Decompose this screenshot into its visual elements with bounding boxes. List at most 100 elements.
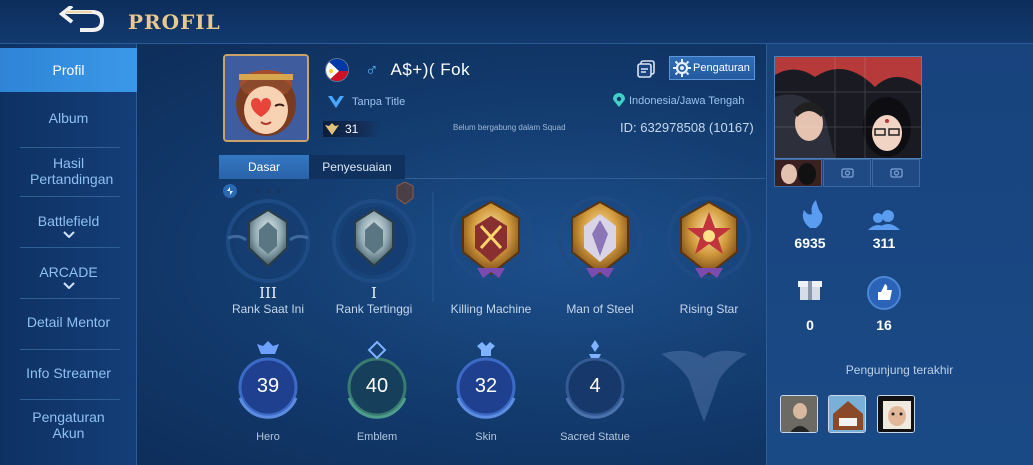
- divider: [20, 399, 120, 400]
- sacred-statue-count: 4: [589, 375, 601, 397]
- visitor-avatar[interactable]: [780, 395, 818, 433]
- sidebar-item-label: ARCADE: [39, 264, 98, 280]
- hero-count: 39: [256, 375, 280, 397]
- sidebar-item-detail-mentor[interactable]: Detail Mentor: [0, 314, 137, 330]
- divider: [20, 147, 120, 148]
- friends-icon: [868, 210, 900, 230]
- cover-slot-empty[interactable]: [872, 159, 920, 187]
- sidebar-item-label: Pengaturan Akun: [32, 409, 105, 441]
- faded-emblem-icon: [661, 350, 747, 422]
- current-rank-label: Rank Saat Ini: [231, 302, 305, 316]
- level-badge: 31: [323, 121, 379, 137]
- squad-status: Belum bergabung dalam Squad: [453, 123, 566, 132]
- sidebar: Profil Album Hasil Pertandingan Battlefi…: [0, 44, 137, 465]
- highest-rank-mini-icon: [396, 182, 414, 205]
- man-of-steel-medal[interactable]: [558, 196, 642, 280]
- popularity-icons: [798, 200, 901, 310]
- cover-artwork-icon: [775, 57, 921, 158]
- sidebar-item-label: Hasil Pertandingan: [30, 155, 114, 187]
- rising-star-medal[interactable]: [667, 196, 751, 280]
- hero-label: Hero: [256, 431, 280, 443]
- location: Indonesia/Jawa Tengah: [613, 93, 744, 108]
- hero-portrait-icon: [225, 56, 307, 140]
- divider: [20, 247, 120, 248]
- skin-count: 32: [474, 375, 498, 397]
- highest-rank-tier: I: [371, 284, 377, 302]
- popularity-count: 6935: [794, 235, 826, 251]
- visitor-avatar[interactable]: [828, 395, 866, 433]
- level-wings-icon: [325, 123, 339, 135]
- rising-star-label: Rising Star: [679, 302, 739, 316]
- name-row: ♂ A$+)( Fok: [325, 58, 470, 82]
- divider: [20, 196, 120, 197]
- sidebar-item-profil[interactable]: Profil: [0, 48, 137, 92]
- card-stack-icon: [637, 60, 655, 78]
- friends-count: 311: [872, 235, 896, 251]
- current-rank-tier: III: [259, 284, 277, 302]
- back-button[interactable]: [58, 4, 108, 36]
- man-of-steel-label: Man of Steel: [566, 302, 634, 316]
- skin-icon: [477, 342, 495, 356]
- sidebar-item-arcade[interactable]: ARCADE: [0, 264, 137, 289]
- sidebar-item-label: Detail Mentor: [26, 314, 111, 330]
- sidebar-item-album[interactable]: Album: [0, 110, 137, 126]
- sidebar-item-hasil-pertandingan[interactable]: Hasil Pertandingan: [0, 155, 137, 187]
- tab-penyesuaian[interactable]: Penyesuaian: [309, 155, 405, 179]
- settings-label: Pengaturan: [693, 62, 750, 74]
- recent-visitors-label: Pengunjung terakhir: [845, 363, 954, 377]
- title-emblem-icon: [328, 96, 344, 108]
- camera-icon: [841, 168, 854, 178]
- sidebar-item-info-streamer[interactable]: Info Streamer: [0, 365, 137, 381]
- player-title: Tanpa Title: [352, 96, 406, 108]
- cover-thumbnail[interactable]: [774, 159, 822, 187]
- camera-icon: [890, 168, 903, 178]
- statue-icon: [589, 340, 601, 358]
- tab-dasar[interactable]: Dasar: [219, 155, 309, 179]
- visitor-avatar[interactable]: [877, 395, 915, 433]
- chevron-down-icon: [62, 282, 75, 289]
- rank-indicator-icon: [223, 184, 281, 198]
- profile-card-button[interactable]: [636, 59, 656, 79]
- killing-machine-label: Killing Machine: [450, 302, 532, 316]
- gift-icon: [798, 281, 822, 300]
- male-icon: ♂: [365, 59, 379, 80]
- gifts-count: 0: [806, 317, 814, 333]
- emblem-icon: [367, 340, 387, 360]
- location-text: Indonesia/Jawa Tengah: [629, 94, 745, 107]
- fire-icon: [802, 200, 823, 228]
- sidebar-item-battlefield[interactable]: Battlefield: [0, 213, 137, 238]
- profile-cover-image[interactable]: [774, 56, 922, 159]
- tab-bar: Dasar Penyesuaian: [219, 155, 765, 179]
- top-bar: PROFIL: [0, 0, 1033, 44]
- killing-machine-medal[interactable]: [449, 196, 533, 280]
- divider: [20, 298, 120, 299]
- philippines-flag-icon: [325, 58, 349, 82]
- page-title: PROFIL: [128, 10, 221, 34]
- highest-rank-label: Rank Tertinggi: [335, 302, 413, 316]
- hero-icon: [257, 341, 279, 354]
- divider: [20, 349, 120, 350]
- title-row[interactable]: Tanpa Title: [326, 94, 405, 110]
- back-arrow-icon: [58, 4, 105, 32]
- current-rank-badge[interactable]: [226, 199, 310, 283]
- settings-button[interactable]: Pengaturan: [669, 56, 755, 80]
- player-name: A$+)( Fok: [390, 60, 471, 79]
- likes-count: 16: [876, 317, 892, 333]
- cover-slot-empty[interactable]: [823, 159, 871, 187]
- gear-icon: [673, 59, 691, 77]
- highest-rank-badge[interactable]: [332, 199, 416, 283]
- emblem-label: Emblem: [356, 431, 398, 443]
- avatar[interactable]: [223, 54, 309, 142]
- skin-label: Skin: [475, 431, 497, 443]
- sidebar-item-label: Info Streamer: [26, 365, 111, 381]
- sidebar-item-label: Album: [48, 110, 89, 126]
- sidebar-item-pengaturan-akun[interactable]: Pengaturan Akun: [0, 409, 137, 441]
- sidebar-item-label: Profil: [52, 62, 85, 78]
- player-level: 31: [345, 122, 359, 136]
- sidebar-item-label: Battlefield: [37, 213, 100, 229]
- location-pin-icon: [613, 93, 625, 107]
- like-icon: [867, 276, 901, 310]
- player-id[interactable]: ID: 632978508 (10167): [620, 120, 754, 135]
- emblem-count: 40: [365, 375, 389, 397]
- sacred-statue-label: Sacred Statue: [560, 431, 630, 443]
